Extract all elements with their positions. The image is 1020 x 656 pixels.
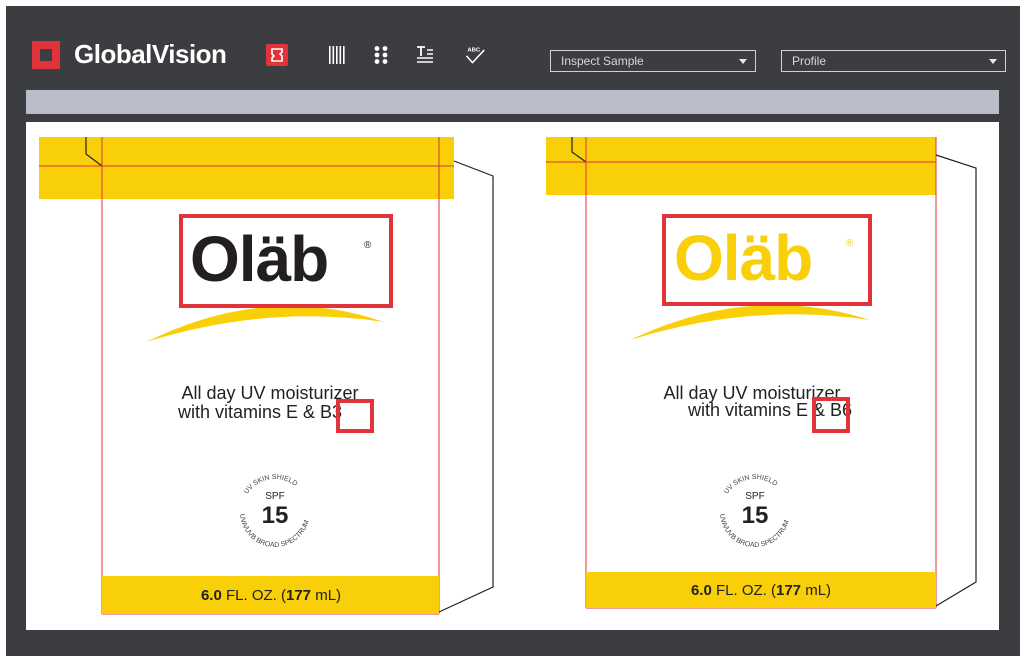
profile-dropdown[interactable]: Profile <box>781 50 1006 72</box>
progress-strip <box>26 90 999 114</box>
spell-check-tool-button[interactable]: ABC <box>464 44 486 66</box>
svg-text:ABC: ABC <box>467 48 481 54</box>
graphics-compare-icon <box>271 48 283 62</box>
braille-icon <box>374 46 388 64</box>
logo-mark-icon <box>32 40 60 69</box>
graphics-compare-tool-button[interactable] <box>266 44 288 66</box>
text-compare-icon <box>417 46 433 63</box>
spf-value: 15 <box>741 502 769 529</box>
profile-dropdown-value: Profile <box>792 54 827 68</box>
tagline-prefix: with vitamins E & <box>688 400 831 420</box>
chevron-down-icon <box>989 59 997 64</box>
volume-text: 6.0 FL. OZ. (177 mL) <box>592 582 930 599</box>
inspect-sample-dropdown-value: Inspect Sample <box>561 54 644 68</box>
difference-highlight-logo[interactable] <box>179 214 393 308</box>
volume-ml: 177 <box>286 587 312 604</box>
difference-highlight-logo[interactable] <box>662 214 872 306</box>
braille-tool-button[interactable] <box>370 44 392 66</box>
volume-oz: 6.0 <box>690 582 712 599</box>
inspect-sample-dropdown[interactable]: Inspect Sample <box>550 50 756 72</box>
volume-unit: FL. OZ. ( <box>221 587 286 604</box>
chevron-down-icon <box>739 59 747 64</box>
spf-value: 15 <box>261 502 289 529</box>
tagline-prefix: with vitamins E & <box>178 402 321 422</box>
volume-unit: FL. OZ. ( <box>711 582 776 599</box>
app-name: GlobalVision <box>74 39 227 69</box>
master-artwork-panel[interactable]: Oläb ® All day UV moisturizer with vitam… <box>26 122 516 630</box>
app-logo: GlobalVision <box>32 39 227 70</box>
volume-text: 6.0 FL. OZ. (177 mL) <box>102 587 440 604</box>
volume-end: mL) <box>801 582 832 599</box>
spf-label: SPF <box>265 491 285 502</box>
volume-ml: 177 <box>776 582 802 599</box>
tagline-line1: All day UV moisturizer <box>181 383 359 403</box>
spf-label: SPF <box>745 491 765 502</box>
difference-highlight-vitamin[interactable] <box>336 399 374 433</box>
volume-oz: 6.0 <box>200 587 222 604</box>
barcode-tool-button[interactable] <box>326 44 348 66</box>
spell-check-icon: ABC <box>465 48 485 64</box>
sample-artwork-panel[interactable]: Oläb ® All day UV moisturizer with vitam… <box>516 122 999 630</box>
volume-end: mL) <box>311 587 342 604</box>
barcode-icon <box>329 46 345 64</box>
toolbar: GlobalVision ABC Inspect Sample Profile <box>6 6 1020 94</box>
text-compare-tool-button[interactable] <box>414 44 436 66</box>
comparison-canvas: Oläb ® All day UV moisturizer with vitam… <box>26 122 999 630</box>
difference-highlight-vitamin[interactable] <box>812 397 850 433</box>
